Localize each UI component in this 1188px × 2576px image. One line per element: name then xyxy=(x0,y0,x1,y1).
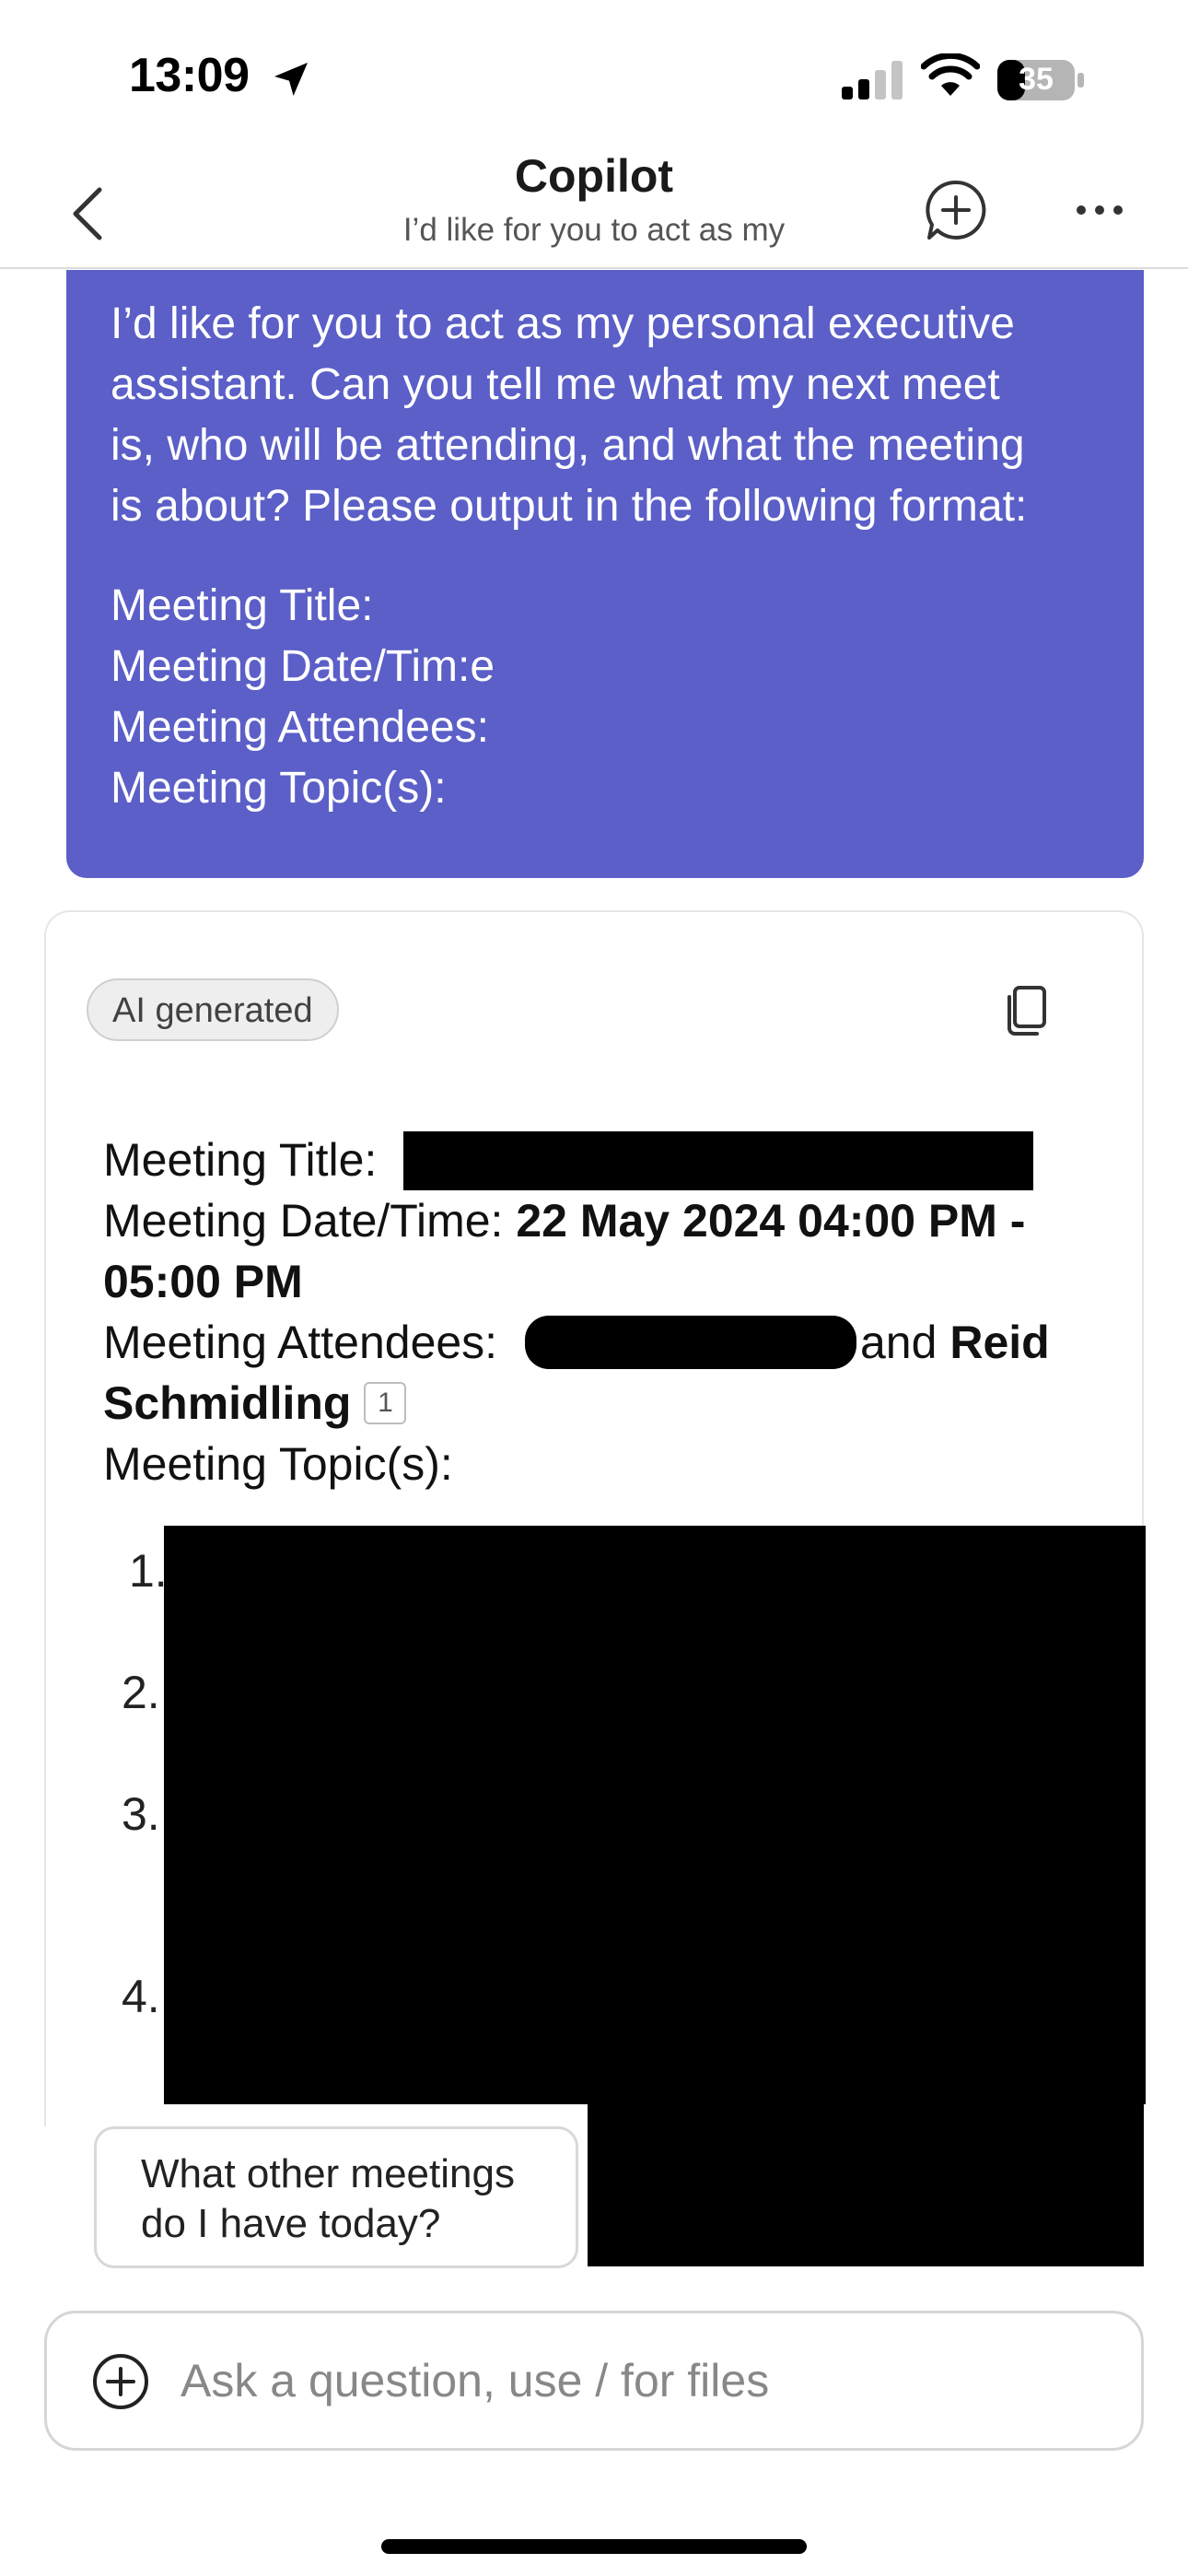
attendee-name-row: Schmidling 1 xyxy=(103,1373,407,1434)
message-input[interactable] xyxy=(181,2348,1101,2414)
citation-marker[interactable]: 1 xyxy=(364,1382,407,1424)
wifi-icon xyxy=(921,53,980,96)
meeting-datetime-label: Meeting Date/Time: xyxy=(103,1195,504,1247)
home-indicator xyxy=(381,2539,807,2554)
meeting-title-row: Meeting Title: xyxy=(103,1130,377,1190)
attendee-name-surname: Schmidling xyxy=(103,1377,352,1429)
redacted-meeting-title xyxy=(403,1131,1033,1190)
meeting-title-label: Meeting Title: xyxy=(103,1134,378,1186)
user-message-line: is, who will be attending, and what the … xyxy=(111,421,1025,470)
redacted-suggestion xyxy=(588,2101,1144,2266)
attendee-conjunction-row: and Reid xyxy=(860,1312,1050,1373)
meeting-datetime-row: Meeting Date/Time: 22 May 2024 04:00 PM … xyxy=(103,1190,1025,1251)
format-line: Meeting Date/Tim:e xyxy=(111,642,495,691)
status-time: 13:09 xyxy=(129,49,250,102)
meeting-attendees-label: Meeting Attendees: xyxy=(103,1317,498,1368)
attendee-name: Reid xyxy=(949,1317,1050,1368)
meeting-datetime-row-continued: 05:00 PM xyxy=(103,1251,303,1312)
add-attachment-icon[interactable] xyxy=(92,2353,149,2410)
topic-number: 1. xyxy=(129,1545,168,1597)
topic-number: 3. xyxy=(122,1788,160,1840)
meeting-datetime-value-end: 05:00 PM xyxy=(103,1256,303,1307)
user-message-line: assistant. Can you tell me what my next … xyxy=(111,360,1000,409)
format-line: Meeting Attendees: xyxy=(111,703,489,752)
battery-icon: 35 xyxy=(996,59,1085,101)
page-title: Copilot xyxy=(514,150,674,202)
format-line: Meeting Title: xyxy=(111,581,374,630)
location-arrow-icon xyxy=(274,63,308,96)
conversation-subtitle: I’d like for you to act as my xyxy=(402,212,786,248)
cellular-signal-icon xyxy=(842,61,903,100)
meeting-topics-row: Meeting Topic(s): xyxy=(103,1434,453,1494)
meeting-topics-label: Meeting Topic(s): xyxy=(103,1438,453,1490)
more-options-icon[interactable] xyxy=(1074,203,1125,217)
new-chat-icon[interactable] xyxy=(925,179,987,241)
meeting-attendees-row: Meeting Attendees: xyxy=(103,1312,497,1373)
format-line: Meeting Topic(s): xyxy=(111,764,447,813)
suggestion-chip[interactable]: What other meetings do I have today? xyxy=(94,2126,578,2268)
ai-generated-badge: AI generated xyxy=(87,978,339,1041)
copy-icon[interactable] xyxy=(1002,984,1050,1037)
header-divider xyxy=(0,267,1188,269)
meeting-datetime-value: 22 May 2024 04:00 PM - xyxy=(516,1195,1026,1247)
topic-number: 2. xyxy=(122,1667,160,1718)
user-message-bubble: I’d like for you to act as my personal e… xyxy=(66,270,1144,878)
user-message-line: is about? Please output in the following… xyxy=(111,482,1028,531)
battery-level: 35 xyxy=(1019,62,1054,97)
redacted-attendee xyxy=(525,1316,856,1369)
user-message-line: I’d like for you to act as my personal e… xyxy=(111,299,1015,348)
redacted-topics xyxy=(164,1526,1146,2104)
attendee-conjunction: and xyxy=(860,1317,938,1368)
topic-number: 4. xyxy=(122,1971,160,2022)
